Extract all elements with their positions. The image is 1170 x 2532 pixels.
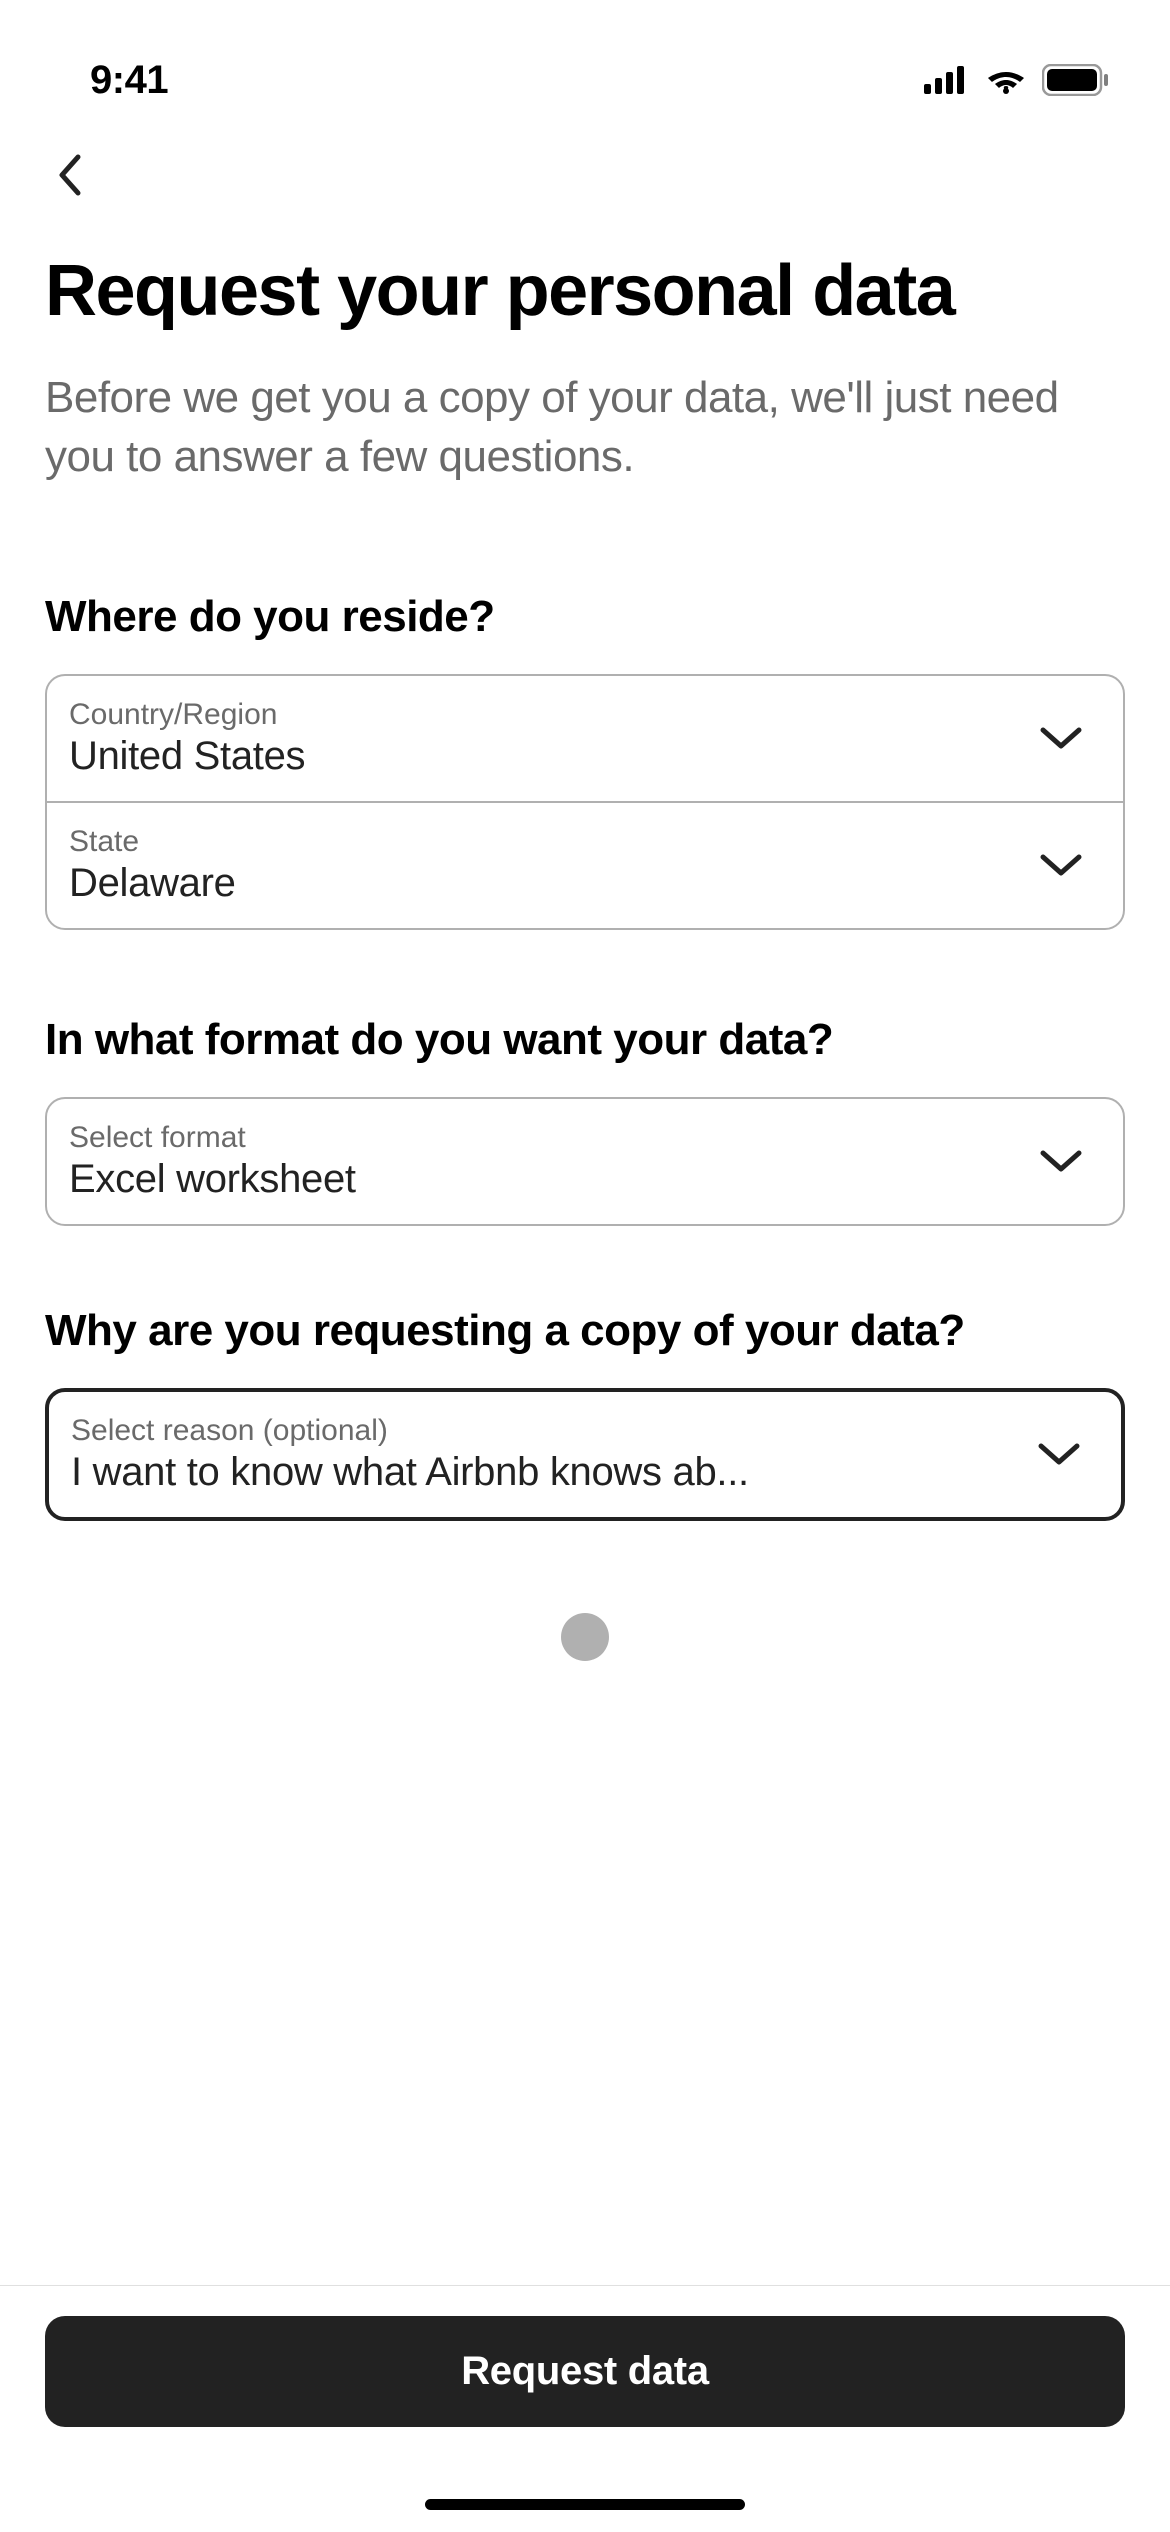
state-label: State [69, 825, 236, 859]
section-format: In what format do you want your data? Se… [45, 1015, 1125, 1226]
reason-heading: Why are you requesting a copy of your da… [45, 1306, 1125, 1356]
reason-label: Select reason (optional) [71, 1414, 749, 1448]
chevron-left-icon [54, 153, 86, 197]
chevron-down-icon [1039, 851, 1083, 879]
format-select[interactable]: Select format Excel worksheet [47, 1099, 1123, 1224]
wifi-icon [985, 65, 1027, 95]
status-time: 9:41 [90, 58, 168, 103]
status-bar: 9:41 [0, 0, 1170, 120]
format-select-group: Select format Excel worksheet [45, 1097, 1125, 1226]
reason-value: I want to know what Airbnb knows ab... [71, 1450, 749, 1495]
page-subtitle: Before we get you a copy of your data, w… [45, 368, 1125, 487]
state-select[interactable]: State Delaware [47, 801, 1123, 928]
reason-select-group: Select reason (optional) I want to know … [45, 1388, 1125, 1521]
section-reason: Why are you requesting a copy of your da… [45, 1306, 1125, 1521]
section-reside: Where do you reside? Country/Region Unit… [45, 592, 1125, 930]
country-label: Country/Region [69, 698, 305, 732]
battery-icon [1042, 64, 1110, 96]
nav-bar [0, 120, 1170, 220]
footer: Request data [0, 2285, 1170, 2532]
format-label: Select format [69, 1121, 356, 1155]
reside-select-group: Country/Region United States State Delaw… [45, 674, 1125, 930]
state-value: Delaware [69, 861, 236, 906]
country-select[interactable]: Country/Region United States [47, 676, 1123, 801]
content: Request your personal data Before we get… [0, 220, 1170, 1521]
status-icons [924, 64, 1110, 96]
format-heading: In what format do you want your data? [45, 1015, 1125, 1065]
home-indicator [425, 2499, 745, 2510]
request-data-button[interactable]: Request data [45, 2316, 1125, 2427]
back-button[interactable] [45, 150, 95, 200]
reside-heading: Where do you reside? [45, 592, 1125, 642]
chevron-down-icon [1039, 1147, 1083, 1175]
chevron-down-icon [1039, 724, 1083, 752]
country-value: United States [69, 734, 305, 779]
cellular-icon [924, 66, 970, 94]
page-title: Request your personal data [45, 250, 1125, 333]
reason-select[interactable]: Select reason (optional) I want to know … [49, 1392, 1121, 1517]
format-value: Excel worksheet [69, 1157, 356, 1202]
loading-indicator [561, 1613, 609, 1661]
chevron-down-icon [1037, 1440, 1081, 1468]
